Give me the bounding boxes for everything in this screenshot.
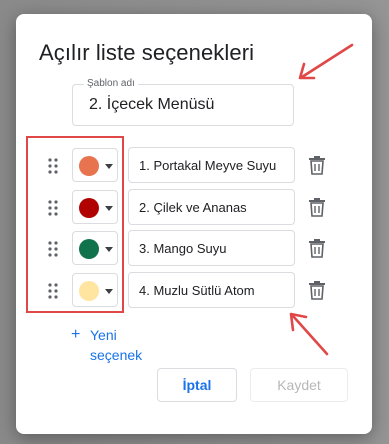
option-text-field[interactable]: 4. Muzlu Sütlü Atom <box>128 272 295 308</box>
trash-icon[interactable] <box>308 238 326 258</box>
color-column-highlight <box>26 136 124 313</box>
option-text-field[interactable]: 1. Portakal Meyve Suyu <box>128 147 295 183</box>
trash-icon[interactable] <box>308 280 326 300</box>
trash-icon[interactable] <box>308 197 326 217</box>
option-text-field[interactable]: 2. Çilek ve Ananas <box>128 189 295 225</box>
template-name-label: Şablon adı <box>84 78 138 89</box>
option-text-value: 4. Muzlu Sütlü Atom <box>139 283 255 298</box>
option-text-value: 3. Mango Suyu <box>139 241 227 256</box>
save-button[interactable]: Kaydet <box>250 368 348 402</box>
annotation-arrow-icon <box>298 43 354 80</box>
template-name-field[interactable]: Şablon adı 2. İçecek Menüsü <box>72 78 294 126</box>
template-name-value[interactable]: 2. İçecek Menüsü <box>89 96 214 114</box>
annotation-arrow-icon <box>289 312 329 356</box>
dialog-title: Açılır liste seçenekleri <box>39 40 255 65</box>
option-text-value: 2. Çilek ve Ananas <box>139 200 247 215</box>
option-text-value: 1. Portakal Meyve Suyu <box>139 158 277 173</box>
trash-icon[interactable] <box>308 155 326 175</box>
plus-icon: + <box>71 326 81 343</box>
cancel-button[interactable]: İptal <box>157 368 237 402</box>
option-text-field[interactable]: 3. Mango Suyu <box>128 230 295 266</box>
add-option-label: Yeni seçenek <box>90 327 143 363</box>
